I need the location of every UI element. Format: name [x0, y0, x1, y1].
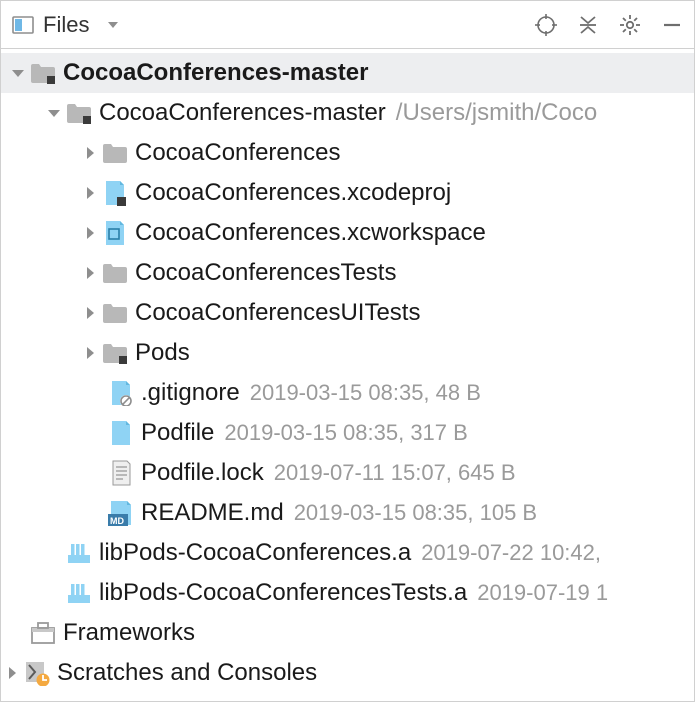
tree-item-meta: 2019-07-22 10:42, — [421, 540, 601, 566]
panel-icon — [11, 13, 35, 37]
lib-icon — [65, 539, 93, 567]
tree-item-name: CocoaConferences.xcodeproj — [135, 179, 451, 207]
chevron-right-icon[interactable] — [79, 302, 101, 324]
chevron-down-icon[interactable] — [7, 62, 29, 84]
tree-item-meta: 2019-03-15 08:35, 317 B — [224, 420, 467, 446]
tree-row-proj[interactable]: CocoaConferences-master/Users/jsmith/Coc… — [1, 93, 694, 133]
tree-item-name: Pods — [135, 339, 190, 367]
toolbar: Files — [1, 1, 694, 49]
target-icon[interactable] — [534, 13, 558, 37]
collapse-all-icon[interactable] — [576, 13, 600, 37]
tree-row-frameworks[interactable]: Frameworks — [1, 613, 694, 653]
lib-icon — [65, 579, 93, 607]
tree-row-libpods1[interactable]: libPods-CocoaConferences.a 2019-07-22 10:… — [1, 533, 694, 573]
tree-row-xcworkspace[interactable]: CocoaConferences.xcworkspace — [1, 213, 694, 253]
tree-item-meta: 2019-07-11 15:07, 645 B — [274, 460, 516, 486]
chevron-down-icon[interactable] — [101, 13, 125, 37]
tree-item-meta: 2019-03-15 08:35, 105 B — [294, 500, 537, 526]
ignored-icon — [107, 379, 135, 407]
tree-item-meta: 2019-07-19 1 — [477, 580, 608, 606]
tree-item-name: libPods-CocoaConferencesTests.a — [99, 579, 467, 607]
tree-row-uitests[interactable]: CocoaConferencesUITests — [1, 293, 694, 333]
folder-icon — [101, 259, 129, 287]
tree-row-podlock[interactable]: Podfile.lock 2019-07-11 15:07, 645 B — [1, 453, 694, 493]
tree-item-name: Podfile — [141, 419, 214, 447]
project-icon — [29, 59, 57, 87]
chevron-right-icon[interactable] — [79, 142, 101, 164]
folder-dot-icon — [101, 339, 129, 367]
tree-row-scratches[interactable]: Scratches and Consoles — [1, 653, 694, 693]
xcworkspace-icon — [101, 219, 129, 247]
tree-item-name: .gitignore — [141, 379, 240, 407]
tree-row-tests[interactable]: CocoaConferencesTests — [1, 253, 694, 293]
tree-item-name: CocoaConferences-master — [99, 99, 386, 127]
scratches-icon — [23, 659, 51, 687]
tree-item-path: /Users/jsmith/Coco — [396, 99, 597, 127]
tree-item-name: CocoaConferencesUITests — [135, 299, 420, 327]
folder-dot-icon — [65, 99, 93, 127]
chevron-right-icon[interactable] — [79, 262, 101, 284]
project-tree[interactable]: CocoaConferences-masterCocoaConferences-… — [1, 49, 694, 697]
chevron-right-icon[interactable] — [79, 222, 101, 244]
tree-item-name: README.md — [141, 499, 284, 527]
folder-icon — [101, 139, 129, 167]
frameworks-icon — [29, 619, 57, 647]
tree-item-meta: 2019-03-15 08:35, 48 B — [250, 380, 481, 406]
chevron-right-icon[interactable] — [79, 182, 101, 204]
tree-row-gitignore[interactable]: .gitignore 2019-03-15 08:35, 48 B — [1, 373, 694, 413]
tree-row-root[interactable]: CocoaConferences-master — [1, 53, 694, 93]
tree-item-name: CocoaConferences — [135, 139, 340, 167]
lockfile-icon — [107, 459, 135, 487]
gear-icon[interactable] — [618, 13, 642, 37]
xcodeproj-icon — [101, 179, 129, 207]
folder-icon — [101, 299, 129, 327]
tree-item-name: CocoaConferences.xcworkspace — [135, 219, 486, 247]
tree-item-name: Podfile.lock — [141, 459, 264, 487]
tree-row-xcodeproj[interactable]: CocoaConferences.xcodeproj — [1, 173, 694, 213]
file-icon — [107, 419, 135, 447]
tree-item-name: CocoaConferencesTests — [135, 259, 396, 287]
tree-row-cc[interactable]: CocoaConferences — [1, 133, 694, 173]
tree-row-podfile[interactable]: Podfile 2019-03-15 08:35, 317 B — [1, 413, 694, 453]
view-dropdown[interactable]: Files — [43, 12, 89, 38]
tree-row-readme[interactable]: MD README.md 2019-03-15 08:35, 105 B — [1, 493, 694, 533]
svg-text:MD: MD — [110, 516, 124, 526]
tree-item-name: Scratches and Consoles — [57, 659, 317, 687]
tree-item-name: Frameworks — [63, 619, 195, 647]
chevron-right-icon[interactable] — [79, 342, 101, 364]
chevron-down-icon[interactable] — [43, 102, 65, 124]
tree-item-name: CocoaConferences-master — [63, 59, 368, 87]
chevron-right-icon[interactable] — [1, 662, 23, 684]
md-icon: MD — [107, 499, 135, 527]
minimize-icon[interactable] — [660, 13, 684, 37]
tree-row-pods[interactable]: Pods — [1, 333, 694, 373]
tree-row-libpods2[interactable]: libPods-CocoaConferencesTests.a 2019-07-1… — [1, 573, 694, 613]
tree-item-name: libPods-CocoaConferences.a — [99, 539, 411, 567]
